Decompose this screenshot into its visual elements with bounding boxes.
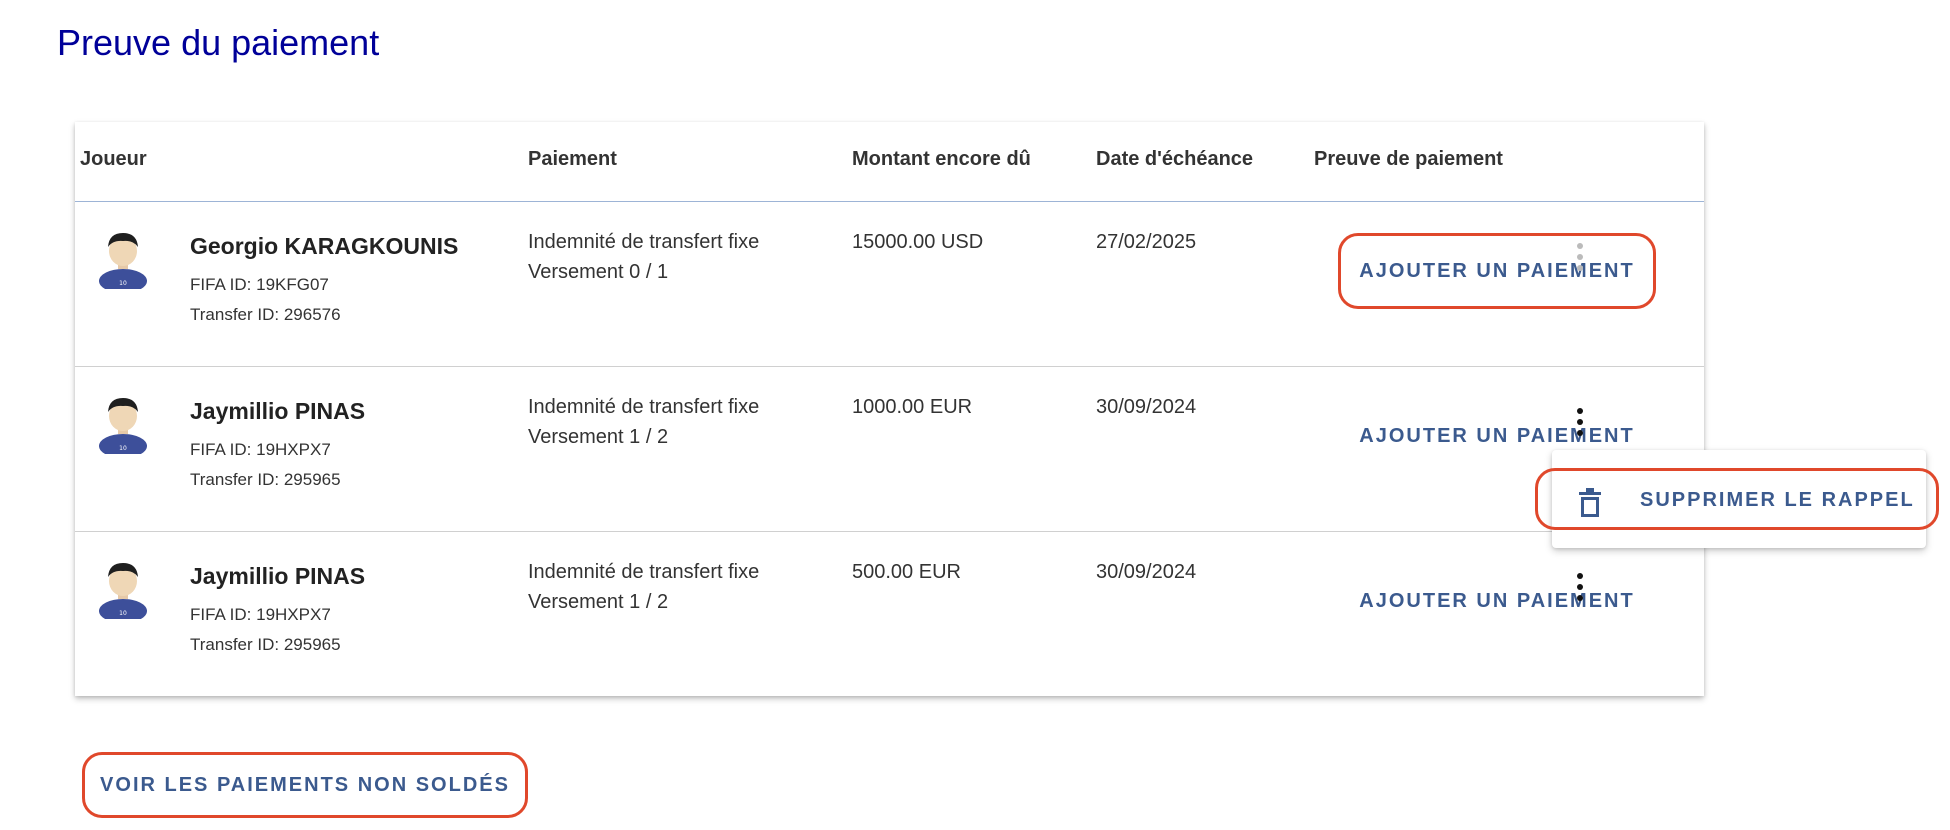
due-date: 30/09/2024 — [1096, 561, 1197, 583]
amount-due: 500.00 EUR — [852, 561, 961, 583]
player-avatar-icon: 10 — [99, 233, 147, 289]
player-transfer-id: Transfer ID: 296576 — [190, 305, 341, 324]
delete-reminder-label: SUPPRIMER LE RAPPEL — [1640, 489, 1915, 511]
player-transfer-id: Transfer ID: 295965 — [190, 635, 341, 654]
row-context-menu: SUPPRIMER LE RAPPEL — [1535, 450, 1939, 548]
player-fifa-id: FIFA ID: 19KFG07 — [190, 275, 329, 294]
payments-table: Joueur Paiement Montant encore dû Date d… — [75, 122, 1704, 696]
payment-type: Indemnité de transfert fixe — [528, 231, 760, 253]
player-transfer-id: Transfer ID: 295965 — [190, 470, 341, 489]
due-date: 27/02/2025 — [1096, 231, 1197, 253]
player-avatar-icon: 10 — [99, 398, 147, 454]
more-options-icon[interactable] — [1575, 408, 1585, 436]
add-payment-button[interactable]: AJOUTER UN PAIEMENT — [1338, 563, 1656, 639]
player-name: Jaymillio PINAS — [190, 398, 366, 424]
column-header-payment: Paiement — [528, 148, 617, 170]
player-name: Georgio KARAGKOUNIS — [190, 233, 459, 259]
table-row: 10 Jaymillio PINAS FIFA ID: 19HXPX7 Tran… — [75, 368, 1704, 532]
payment-type: Indemnité de transfert fixe — [528, 561, 760, 583]
payment-type: Indemnité de transfert fixe — [528, 396, 760, 418]
player-fifa-id: FIFA ID: 19HXPX7 — [190, 440, 331, 459]
column-header-proof: Preuve de paiement — [1314, 148, 1503, 170]
view-unpaid-payments-button[interactable]: VOIR LES PAIEMENTS NON SOLDÉS — [82, 752, 528, 818]
column-header-amount-due: Montant encore dû — [852, 148, 1031, 170]
player-fifa-id: FIFA ID: 19HXPX7 — [190, 605, 331, 624]
due-date: 30/09/2024 — [1096, 396, 1197, 418]
payment-installment: Versement 0 / 1 — [528, 261, 669, 283]
more-options-icon[interactable] — [1575, 573, 1585, 601]
amount-due: 15000.00 USD — [852, 231, 984, 253]
more-options-icon[interactable] — [1575, 243, 1585, 271]
delete-reminder-menu-item[interactable]: SUPPRIMER LE RAPPEL — [1535, 468, 1939, 530]
svg-text:10: 10 — [119, 445, 127, 452]
page-title: Preuve du paiement — [57, 22, 380, 63]
column-header-player: Joueur — [80, 148, 147, 170]
column-header-due-date: Date d'échéance — [1096, 148, 1254, 170]
trash-icon — [1579, 488, 1601, 517]
amount-due: 1000.00 EUR — [852, 396, 973, 418]
player-avatar-icon: 10 — [99, 563, 147, 619]
payment-installment: Versement 1 / 2 — [528, 426, 669, 448]
add-payment-button[interactable]: AJOUTER UN PAIEMENT — [1338, 233, 1656, 309]
svg-text:10: 10 — [119, 280, 127, 287]
table-row: 10 Georgio KARAGKOUNIS FIFA ID: 19KFG07 … — [75, 203, 1704, 367]
svg-text:10: 10 — [119, 610, 127, 617]
payment-installment: Versement 1 / 2 — [528, 591, 669, 613]
player-name: Jaymillio PINAS — [190, 563, 366, 589]
table-row: 10 Jaymillio PINAS FIFA ID: 19HXPX7 Tran… — [75, 533, 1704, 697]
table-header: Joueur Paiement Montant encore dû Date d… — [75, 122, 1704, 202]
